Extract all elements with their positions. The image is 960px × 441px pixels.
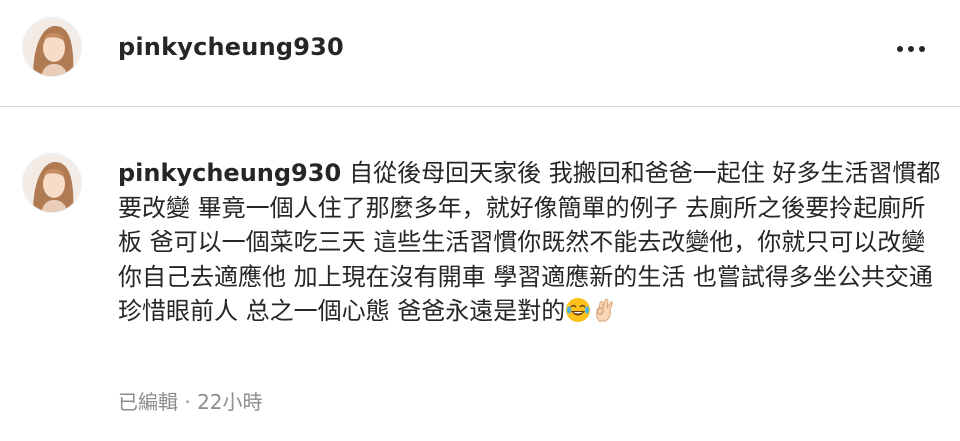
- more-options-button[interactable]: [888, 34, 934, 64]
- comment-meta: 已編輯 · 22小時: [118, 390, 263, 414]
- ok-hand-emoji-icon: [596, 299, 614, 322]
- post-author-username[interactable]: pinkycheung930: [118, 33, 344, 61]
- joy-emoji-icon: [566, 298, 591, 322]
- post-header: pinkycheung930: [0, 0, 960, 106]
- more-horizontal-icon: [897, 46, 925, 52]
- avatar-image: [23, 154, 81, 212]
- comment-avatar[interactable]: [22, 153, 82, 213]
- comment-author-username[interactable]: pinkycheung930: [118, 159, 341, 187]
- header-divider: [0, 106, 960, 107]
- comment-text-block: pinkycheung930 自從後母回天家後 我搬回和爸爸一起住 好多生活習慣都…: [118, 156, 948, 329]
- avatar-image: [23, 18, 81, 76]
- profile-avatar[interactable]: [22, 17, 82, 77]
